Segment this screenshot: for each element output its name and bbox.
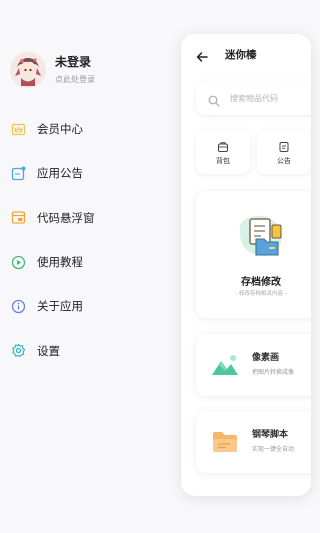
menu-item-label: 使用教程 [37, 255, 83, 270]
card-title: 像素画 [252, 353, 280, 363]
drawer-menu: 会员中心 应用公告 代码悬浮窗 使用教程 关于应用 设置 [0, 107, 180, 373]
menu-item-label: 关于应用 [37, 299, 83, 314]
navigation-drawer: 未登录 点此处登录 会员中心 应用公告 代码悬浮窗 使用教程 关于应用 设置 [0, 0, 185, 533]
announcement-icon [11, 166, 26, 181]
menu-item-vip-center[interactable]: 会员中心 [0, 107, 180, 151]
info-icon [11, 299, 26, 314]
quick-action-notice[interactable]: 公告 [257, 130, 311, 174]
search-input[interactable] [230, 90, 311, 106]
menu-item-label: 应用公告 [37, 166, 83, 181]
menu-item-label: 设置 [37, 343, 60, 358]
menu-item-announcement[interactable]: 应用公告 [0, 151, 180, 195]
menu-item-about[interactable]: 关于应用 [0, 284, 180, 328]
menu-item-label: 代码悬浮窗 [37, 210, 95, 225]
folder-icon [210, 429, 240, 455]
search-icon [208, 92, 220, 107]
floating-window-icon [11, 210, 26, 225]
play-circle-icon [11, 255, 26, 270]
crown-icon [11, 122, 26, 137]
archive-edit-card[interactable]: 存档修改 - 修改存档相关内容 - [196, 191, 311, 318]
search-bar[interactable] [196, 81, 311, 115]
menu-item-tutorial[interactable]: 使用教程 [0, 240, 180, 284]
notice-icon [278, 138, 290, 152]
avatar[interactable] [10, 52, 46, 88]
pixel-art-card[interactable]: 像素画 把图片转换成像 [196, 334, 311, 396]
card-title: 钢琴脚本 [252, 430, 289, 440]
main-panel: 迷你榛 背包 公告 [181, 34, 311, 496]
card-subtitle: 实现一键全自动 [252, 446, 295, 453]
card-title: 存档修改 [241, 277, 281, 288]
menu-item-settings[interactable]: 设置 [0, 328, 180, 372]
archive-folder-icon [234, 211, 288, 261]
login-hint[interactable]: 点此处登录 [55, 75, 95, 85]
gear-icon [11, 343, 26, 358]
top-app-bar: 迷你榛 [181, 34, 311, 78]
mountain-image-icon [210, 352, 240, 378]
piano-script-card[interactable]: 钢琴脚本 实现一键全自动 [196, 411, 311, 473]
quick-action-label: 背包 [216, 157, 230, 165]
page-title: 迷你榛 [225, 49, 257, 61]
back-arrow-icon[interactable] [195, 49, 209, 63]
quick-action-label: 公告 [277, 157, 291, 165]
quick-action-backpack[interactable]: 背包 [196, 130, 250, 174]
menu-item-label: 会员中心 [37, 122, 83, 137]
profile-name[interactable]: 未登录 [55, 55, 95, 69]
menu-item-code-float-window[interactable]: 代码悬浮窗 [0, 196, 180, 240]
profile-header[interactable]: 未登录 点此处登录 [10, 52, 95, 88]
card-subtitle: - 修改存档相关内容 - [235, 291, 287, 297]
card-subtitle: 把图片转换成像 [252, 369, 295, 376]
backpack-icon [217, 138, 229, 152]
